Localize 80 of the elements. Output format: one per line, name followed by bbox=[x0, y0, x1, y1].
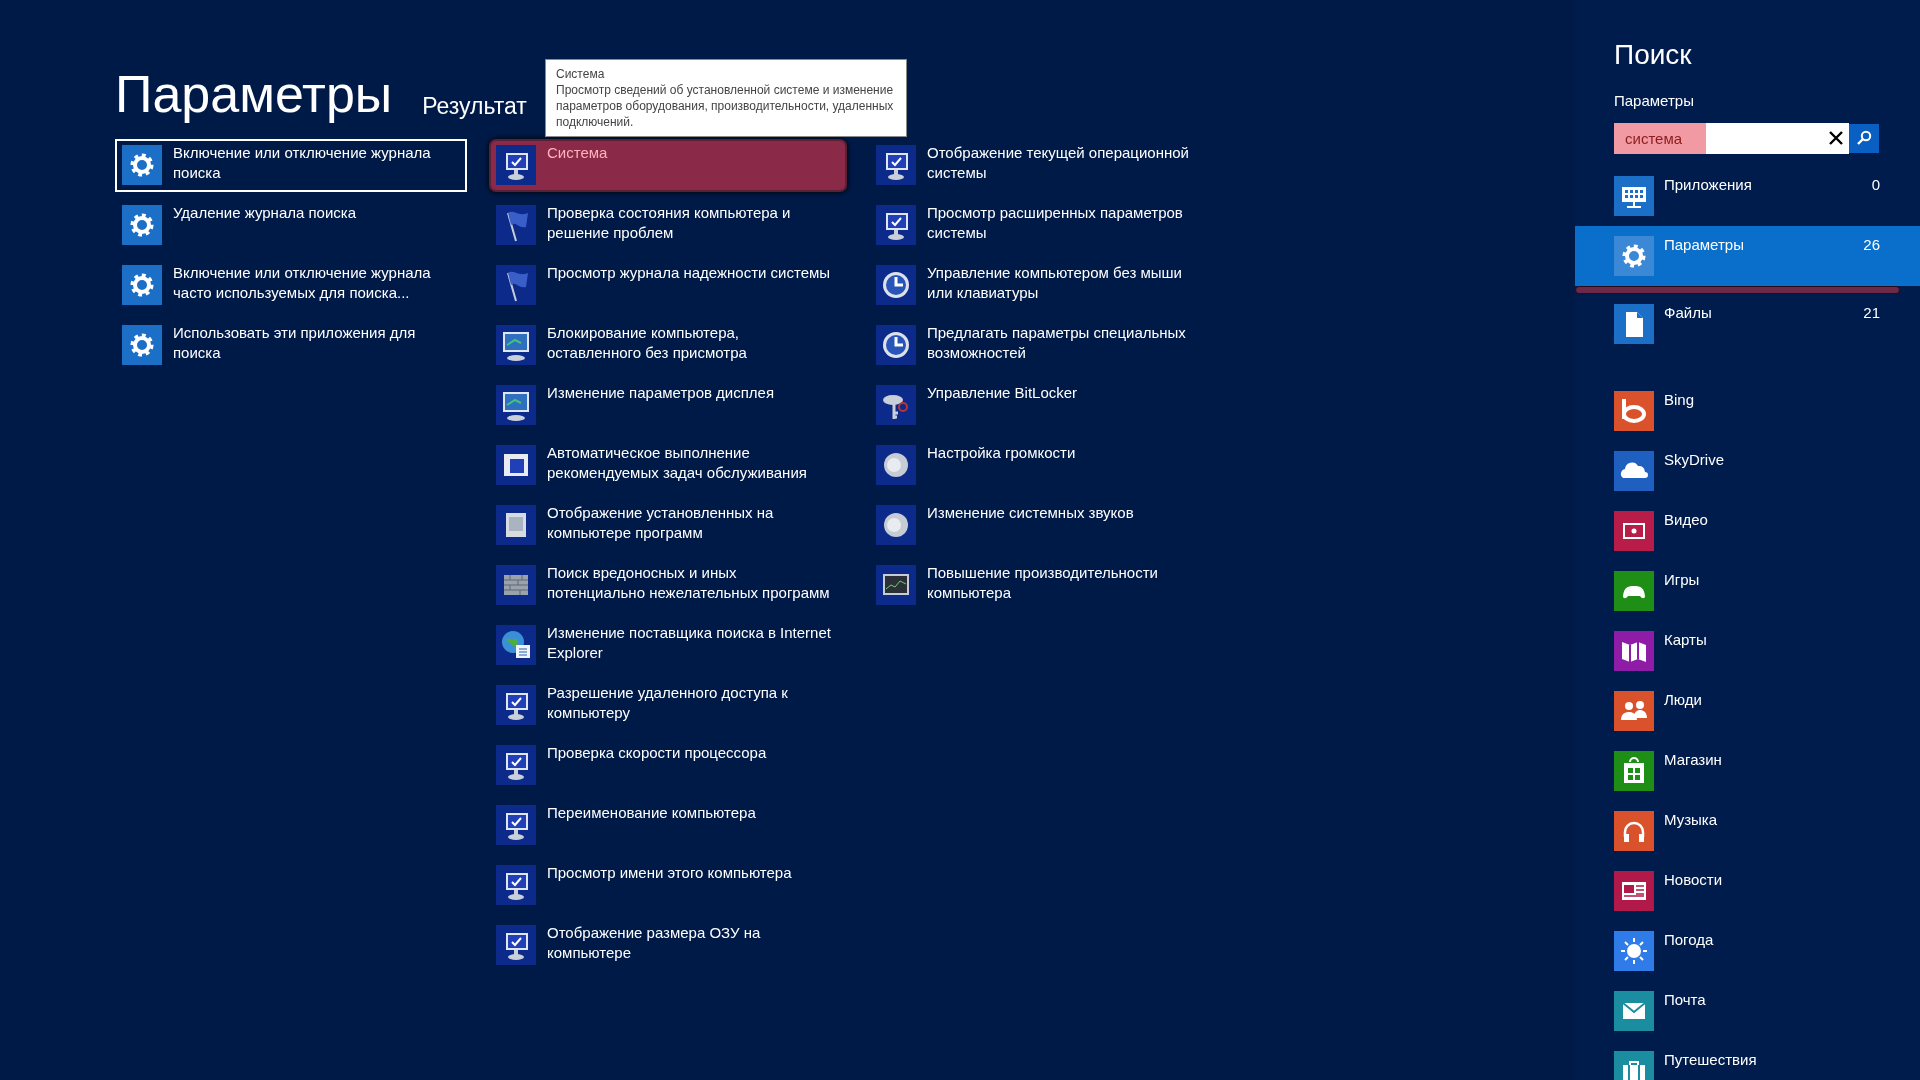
monitor-icon bbox=[496, 685, 536, 725]
monitor-keyboard-icon bbox=[1614, 175, 1654, 216]
globe-icon bbox=[496, 625, 536, 665]
flag-icon bbox=[496, 205, 536, 245]
brick-wall-icon bbox=[496, 565, 536, 605]
monitor-icon bbox=[496, 925, 536, 965]
search-field[interactable]: система bbox=[1614, 122, 1823, 154]
gear-icon bbox=[122, 265, 162, 305]
search-result[interactable]: Отображение текущей операционной системы bbox=[869, 139, 1221, 192]
search-result[interactable]: Использовать эти приложения для поиска bbox=[115, 319, 467, 372]
app-item[interactable]: Видео bbox=[1575, 510, 1920, 571]
search-result[interactable]: Проверка состояния компьютера и решение проблем bbox=[489, 199, 847, 252]
speaker-icon bbox=[876, 445, 916, 485]
gear-icon bbox=[122, 145, 162, 185]
gear-icon bbox=[122, 325, 162, 365]
tooltip-title: Система bbox=[556, 66, 606, 82]
key-icon bbox=[876, 385, 916, 425]
search-result[interactable]: Автоматическое выполнение рекомендуемых задач обслуживания bbox=[489, 439, 847, 492]
monitor-icon bbox=[876, 145, 916, 185]
search-button[interactable] bbox=[1849, 123, 1879, 153]
document-icon bbox=[1614, 303, 1654, 344]
search-result[interactable]: Управление компьютером без мыши или клавиатуры bbox=[869, 259, 1221, 312]
app-item[interactable]: Почта bbox=[1575, 990, 1920, 1051]
search-category[interactable]: Файлы 21 bbox=[1575, 293, 1920, 354]
display-icon bbox=[496, 325, 536, 365]
search-result[interactable]: Переименование компьютера bbox=[489, 799, 847, 852]
search-result[interactable]: Просмотр имени этого компьютера bbox=[489, 859, 847, 912]
search-result[interactable]: Просмотр расширенных параметров системы bbox=[869, 199, 1221, 252]
app-item[interactable]: Погода bbox=[1575, 930, 1920, 991]
search-result[interactable]: Предлагать параметры специальных возможностей bbox=[869, 319, 1221, 372]
tooltip-text: Просмотр сведений об установленной системе и изменение параметров оборудования, производительности, удаленных подключений. bbox=[556, 82, 895, 130]
search-result[interactable]: Повышение производительности компьютера bbox=[869, 559, 1221, 612]
search-category[interactable]: Приложения 0 bbox=[1575, 165, 1920, 226]
search-result[interactable]: Просмотр журнала надежности системы bbox=[489, 259, 847, 312]
close-icon bbox=[1828, 130, 1844, 146]
search-icon bbox=[1856, 130, 1872, 146]
app-item[interactable]: Магазин bbox=[1575, 750, 1920, 811]
performance-icon bbox=[876, 565, 916, 605]
search-result[interactable]: Блокирование компьютера, оставленного без присмотра bbox=[489, 319, 847, 372]
app-item[interactable]: Новости bbox=[1575, 870, 1920, 931]
settings-icon bbox=[1614, 235, 1654, 276]
search-result[interactable]: Удаление журнала поиска bbox=[115, 199, 467, 252]
monitor-icon bbox=[496, 145, 536, 185]
app-item[interactable]: Путешествия bbox=[1575, 1050, 1920, 1080]
accessibility-icon bbox=[876, 265, 916, 305]
monitor-icon bbox=[496, 865, 536, 905]
monitor-icon bbox=[876, 205, 916, 245]
results-heading: Результат bbox=[422, 95, 527, 118]
search-result[interactable]: Разрешение удаленного доступа к компьютеру bbox=[489, 679, 847, 732]
search-result[interactable]: Отображение установленных на компьютере программ bbox=[489, 499, 847, 552]
window-icon bbox=[496, 445, 536, 485]
app-item[interactable]: SkyDrive bbox=[1575, 450, 1920, 511]
search-result[interactable]: Поиск вредоносных и иных потенциально нежелательных программ bbox=[489, 559, 847, 612]
search-result[interactable]: Настройка громкости bbox=[869, 439, 1221, 492]
accessibility-icon bbox=[876, 325, 916, 365]
search-result[interactable]: Проверка скорости процессора bbox=[489, 739, 847, 792]
gear-icon bbox=[122, 205, 162, 245]
app-item[interactable]: Bing bbox=[1575, 390, 1920, 451]
programs-icon bbox=[496, 505, 536, 545]
clear-button[interactable] bbox=[1823, 122, 1849, 154]
app-item[interactable]: Игры bbox=[1575, 570, 1920, 631]
search-result[interactable]: Включение или отключение журнала часто используемых для поиска... bbox=[115, 259, 467, 312]
app-item[interactable]: Люди bbox=[1575, 690, 1920, 751]
display-icon bbox=[496, 385, 536, 425]
search-title: Поиск bbox=[1614, 38, 1693, 72]
monitor-icon bbox=[496, 745, 536, 785]
search-scope-label: Параметры bbox=[1614, 91, 1695, 111]
search-result[interactable]: Включение или отключение журнала поиска bbox=[115, 139, 467, 192]
speaker-icon bbox=[876, 505, 916, 545]
search-result[interactable]: Изменение поставщика поиска в Internet Explorer bbox=[489, 619, 847, 672]
search-result[interactable]: Изменение параметров дисплея bbox=[489, 379, 847, 432]
search-result[interactable]: Система bbox=[489, 139, 847, 192]
search-category[interactable]: Параметры 26 bbox=[1575, 225, 1920, 286]
app-item[interactable]: Музыка bbox=[1575, 810, 1920, 871]
monitor-icon bbox=[496, 805, 536, 845]
search-result[interactable]: Управление BitLocker bbox=[869, 379, 1221, 432]
app-item[interactable]: Карты bbox=[1575, 630, 1920, 691]
flag-icon bbox=[496, 265, 536, 305]
search-result[interactable]: Отображение размера ОЗУ на компьютере bbox=[489, 919, 847, 972]
search-result[interactable]: Изменение системных звуков bbox=[869, 499, 1221, 552]
